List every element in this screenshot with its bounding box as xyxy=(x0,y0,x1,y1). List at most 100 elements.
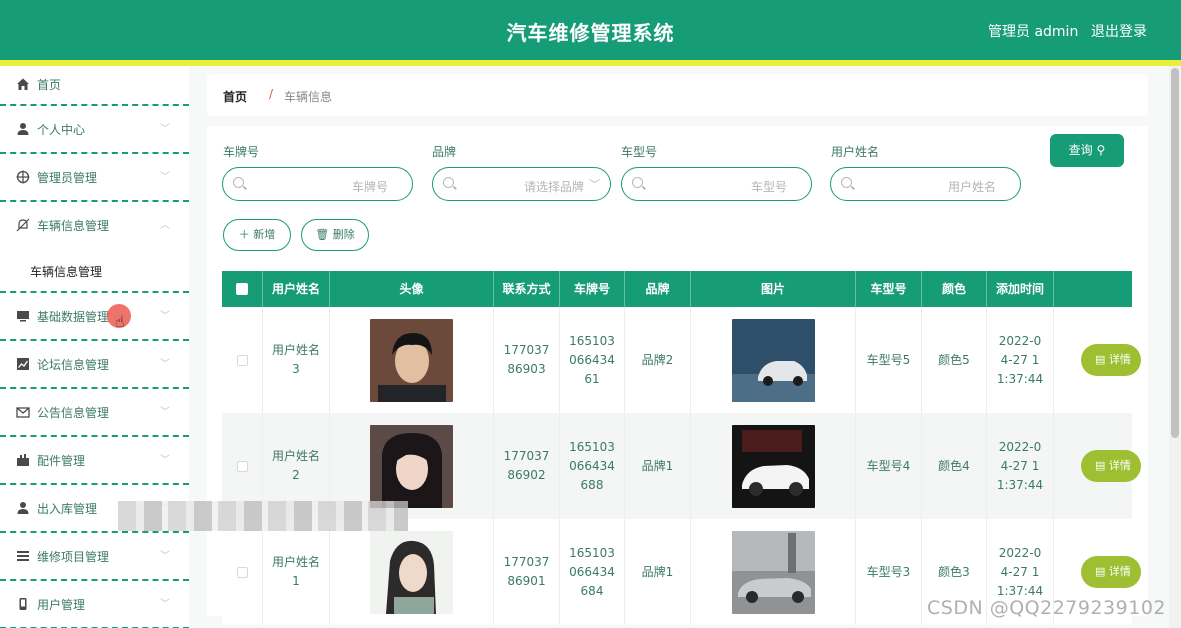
sidebar-item-repair[interactable]: 维修项目管理 ﹀ xyxy=(0,533,189,581)
select-all-checkbox[interactable] xyxy=(236,283,248,295)
chevron-down-icon: ﹀ xyxy=(160,124,170,135)
plate-search-input[interactable]: 车牌号 xyxy=(222,167,413,201)
sidebar-item-label: 个人中心 xyxy=(37,123,86,137)
model-value: 车型号3 xyxy=(866,564,911,579)
bell-off-icon xyxy=(16,218,30,232)
model-cell: 车型号3 xyxy=(856,519,922,625)
col-actions xyxy=(1054,271,1132,307)
monitor-icon xyxy=(17,311,29,322)
user-icon xyxy=(17,123,29,135)
add-button-label: 新增 xyxy=(253,228,276,241)
model-cell: 车型号4 xyxy=(856,413,922,519)
row-checkbox[interactable] xyxy=(236,354,248,366)
sidebar-subitem-vehicle-manage[interactable]: 车辆信息管理 xyxy=(0,259,189,293)
breadcrumb: 首页 / 车辆信息 xyxy=(207,74,1148,116)
plus-icon: ＋ xyxy=(238,228,250,241)
logout-link[interactable]: 退出登录 xyxy=(1091,21,1147,41)
sidebar-item-admin[interactable]: 管理员管理 ﹀ xyxy=(0,154,189,202)
brand-value: 品牌1 xyxy=(641,458,674,473)
model-cell: 车型号5 xyxy=(856,307,922,413)
car-image[interactable] xyxy=(731,530,815,614)
model-label: 车型号 xyxy=(621,145,658,159)
col-plate: 车牌号 xyxy=(560,271,625,307)
breadcrumb-home[interactable]: 首页 xyxy=(223,88,247,105)
sidebar-item-parts[interactable]: 配件管理 ﹀ xyxy=(0,437,189,485)
search-icon xyxy=(632,177,643,188)
car-image[interactable] xyxy=(731,318,815,402)
image-cell xyxy=(691,413,856,519)
username-search-input[interactable]: 用户姓名 xyxy=(830,167,1021,201)
brand-select[interactable]: 请选择品牌 ﹀ xyxy=(432,167,611,201)
sidebar-item-profile[interactable]: 个人中心 ﹀ xyxy=(0,106,189,154)
avatar-cell xyxy=(330,519,494,625)
avatar-image[interactable] xyxy=(370,424,453,508)
phone-icon xyxy=(19,598,27,610)
sidebar-item-notice[interactable]: 公告信息管理 ﹀ xyxy=(0,389,189,437)
detail-button[interactable]: ▤ 详情 xyxy=(1081,450,1141,482)
select-all-cell[interactable] xyxy=(222,271,263,307)
chevron-down-icon: ﹀ xyxy=(160,172,170,183)
chevron-down-icon: ﹀ xyxy=(160,407,170,418)
breadcrumb-current: 车辆信息 xyxy=(284,90,333,104)
row-checkbox[interactable] xyxy=(236,460,248,472)
sidebar-item-label: 管理员管理 xyxy=(37,171,98,185)
avatar-image[interactable] xyxy=(370,318,453,402)
sidebar-item-home[interactable]: 首页 xyxy=(0,66,189,106)
user-icon xyxy=(17,502,29,514)
avatar-image[interactable] xyxy=(370,530,453,614)
time-value: 2022-04-27 11:37:44 xyxy=(996,439,1044,492)
sidebar-item-label: 基础数据管理 xyxy=(37,310,110,324)
detail-button[interactable]: ▤ 详情 xyxy=(1081,556,1141,588)
car-image[interactable] xyxy=(731,424,815,508)
app: 汽车维修管理系统 管理员 admin 退出登录 首页 个人中心 ﹀ 管理员管理 … xyxy=(0,0,1181,628)
time-value: 2022-04-27 11:37:44 xyxy=(996,545,1044,598)
time-cell: 2022-04-27 11:37:44 xyxy=(987,413,1054,519)
row-select-cell[interactable] xyxy=(222,307,263,413)
chevron-down-icon: ﹀ xyxy=(160,455,170,466)
sidebar-item-forum[interactable]: 论坛信息管理 ﹀ xyxy=(0,341,189,389)
phone-cell: 17703786902 xyxy=(494,413,560,519)
search-icon xyxy=(443,177,454,188)
table-row[interactable]: 用户姓名3 17703786903 16510306643461 品牌2 车型号… xyxy=(222,307,1141,413)
row-checkbox[interactable] xyxy=(236,566,248,578)
plate-value: 165103066434688 xyxy=(569,439,615,492)
search-button-label: 查询 xyxy=(1068,143,1093,157)
add-button[interactable]: ＋ 新增 xyxy=(223,219,291,251)
phone-value: 17703786902 xyxy=(503,449,550,482)
sidebar-item-vehicle[interactable]: 车辆信息管理 ︿ xyxy=(0,202,189,259)
avatar-cell xyxy=(330,307,494,413)
col-color: 颜色 xyxy=(922,271,987,307)
username-value: 用户姓名2 xyxy=(272,449,321,482)
scrollbar-thumb[interactable] xyxy=(1171,68,1179,438)
time-cell: 2022-04-27 11:37:44 xyxy=(987,307,1054,413)
phone-value: 17703786901 xyxy=(503,555,550,588)
detail-icon: ▤ xyxy=(1095,353,1106,366)
breadcrumb-separator: / xyxy=(269,87,274,101)
username-value: 用户姓名1 xyxy=(272,555,321,588)
delete-button[interactable]: 🗑 删除 xyxy=(301,219,369,251)
toolbox-icon xyxy=(17,454,29,466)
watermark: CSDN @QQ2279239102 xyxy=(927,597,1167,619)
sidebar-item-basedata[interactable]: 基础数据管理 ﹀ xyxy=(0,293,189,341)
model-search-input[interactable]: 车型号 xyxy=(621,167,812,201)
vertical-scrollbar[interactable] xyxy=(1169,66,1181,628)
col-phone: 联系方式 xyxy=(494,271,560,307)
chevron-down-icon: ﹀ xyxy=(589,178,600,191)
detail-button-label: 详情 xyxy=(1108,565,1131,578)
username-value: 用户姓名3 xyxy=(272,343,321,376)
brand-value: 品牌2 xyxy=(641,352,674,367)
sidebar-item-users[interactable]: 用户管理 ﹀ xyxy=(0,581,189,628)
color-cell: 颜色4 xyxy=(922,413,987,519)
model-value: 车型号4 xyxy=(866,458,911,473)
chevron-down-icon: ﹀ xyxy=(160,359,170,370)
phone-value: 17703786903 xyxy=(503,343,550,376)
row-select-cell[interactable] xyxy=(222,519,263,625)
main-content: 首页 / 车辆信息 车牌号 车牌号 品牌 请选择品牌 ﹀ 车型号 车型号 用户姓… xyxy=(189,66,1181,628)
detail-button[interactable]: ▤ 详情 xyxy=(1081,344,1141,376)
search-button[interactable]: 查询 ⚲ xyxy=(1050,134,1124,167)
plate-cell: 16510306643461 xyxy=(560,307,625,413)
color-cell: 颜色5 xyxy=(922,307,987,413)
sidebar-item-label: 车辆信息管理 xyxy=(37,219,110,233)
trash-icon: 🗑 xyxy=(315,228,330,241)
hand-cursor-icon: ☝ xyxy=(115,312,125,331)
